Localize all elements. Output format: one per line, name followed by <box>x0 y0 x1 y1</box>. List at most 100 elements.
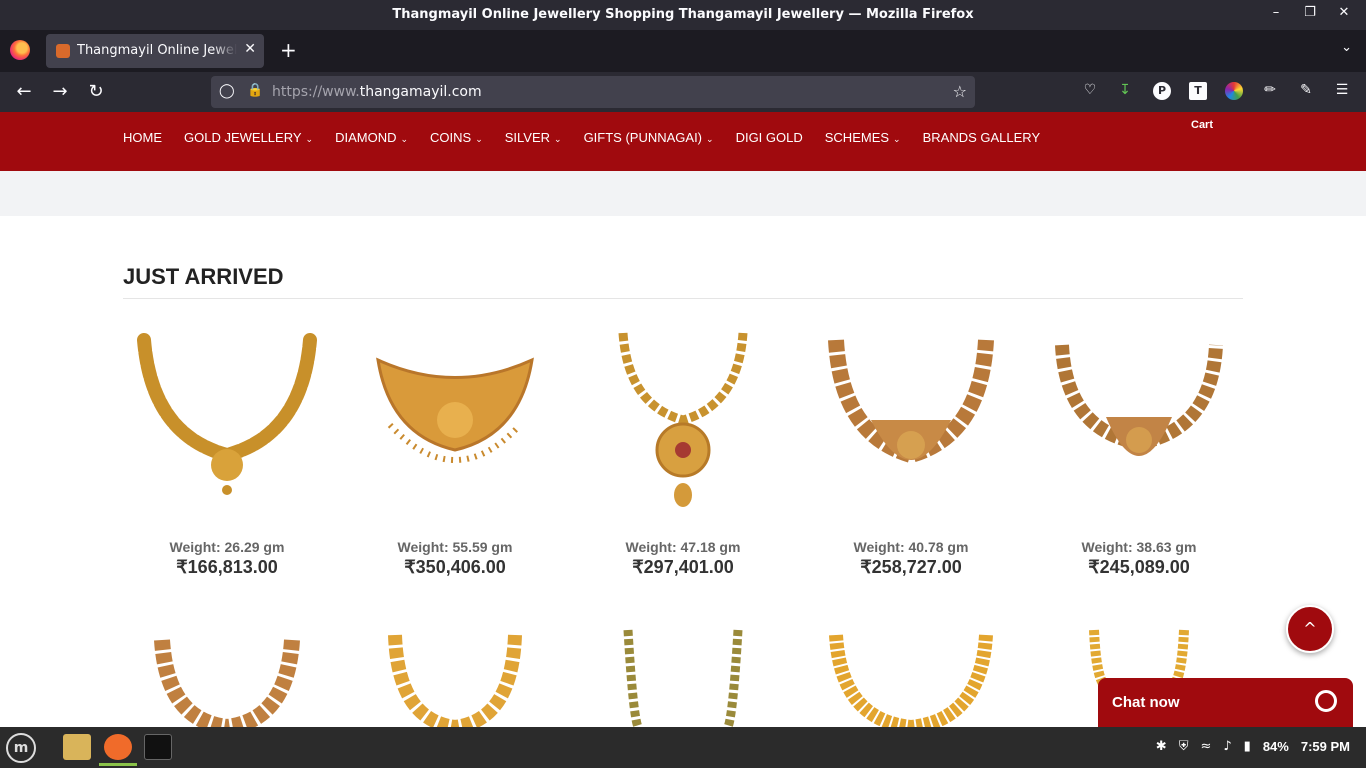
downloads-icon[interactable]: ↧ <box>1116 82 1134 100</box>
tab-strip: Thangmayil Online Jewellery Shopping Tha… <box>0 30 1366 72</box>
window-title: Thangmayil Online Jewellery Shopping Tha… <box>392 7 974 22</box>
tracking-protection-shield-icon[interactable]: ◯ <box>219 83 235 99</box>
mint-menu-icon[interactable]: m <box>6 733 36 763</box>
product-image[interactable] <box>122 325 332 515</box>
product-card[interactable]: Weight: 47.18 gm ₹297,401.00 <box>578 325 788 578</box>
hamburger-menu-icon[interactable]: ☰ <box>1333 82 1351 100</box>
site-favicon-icon <box>56 44 70 58</box>
firefox-icon <box>104 734 132 760</box>
menu-coins[interactable]: COINS ⌄ <box>430 130 483 145</box>
product-card[interactable]: Weight: 38.63 gm ₹245,089.00 <box>1034 325 1244 578</box>
product-price: ₹245,089.00 <box>1088 557 1190 577</box>
extension-t-icon[interactable]: T <box>1189 82 1207 100</box>
restore-icon[interactable]: ❐ <box>1302 5 1318 20</box>
chevron-down-icon: ⌄ <box>400 134 409 144</box>
product-price: ₹297,401.00 <box>632 557 734 577</box>
url-bar[interactable]: ◯ 🔒 https://www.thangamayil.com ☆ <box>211 76 975 108</box>
product-price: ₹258,727.00 <box>860 557 962 577</box>
taskbar-terminal[interactable] <box>139 729 177 766</box>
taskbar-firefox[interactable] <box>99 729 137 766</box>
chevron-down-icon: ⌄ <box>305 134 314 144</box>
volume-icon[interactable]: ♪ <box>1223 739 1231 754</box>
os-taskbar: m ✱ ⛨ ≈ ♪ ▮ 84% 7:59 PM <box>0 727 1366 768</box>
close-icon[interactable]: ✕ <box>1336 5 1352 20</box>
menu-home[interactable]: HOME <box>123 130 162 145</box>
color-wheel-extension-icon[interactable] <box>1225 82 1243 100</box>
section-divider <box>123 298 1243 299</box>
product-image[interactable] <box>1034 325 1244 515</box>
tab-label: Thangmayil Online Jewellery Shopping Tha… <box>77 43 237 58</box>
window-titlebar: Thangmayil Online Jewellery Shopping Tha… <box>0 0 1366 30</box>
scroll-to-top-button[interactable]: ^ <box>1286 605 1334 653</box>
chevron-down-icon: ⌄ <box>475 134 483 144</box>
product-image[interactable] <box>578 325 788 515</box>
chat-bubble-icon <box>1315 690 1337 712</box>
product-card[interactable]: Weight: 55.59 gm ₹350,406.00 <box>350 325 560 578</box>
lock-icon[interactable]: 🔒 <box>247 83 263 98</box>
menu-gold-jewellery[interactable]: GOLD JEWELLERY ⌄ <box>184 130 313 145</box>
tab-close-icon[interactable]: ✕ <box>244 41 256 57</box>
necklace-image <box>618 332 748 507</box>
wifi-icon[interactable]: ≈ <box>1200 739 1211 754</box>
taskbar-files[interactable] <box>58 729 96 766</box>
section-title: JUST ARRIVED <box>123 264 284 289</box>
necklace-image <box>376 357 534 463</box>
chat-label: Chat now <box>1112 694 1180 711</box>
necklace-image <box>1055 344 1223 456</box>
window-controls: – ❐ ✕ <box>1268 5 1352 20</box>
shield-icon[interactable]: ⛨ <box>1179 739 1189 754</box>
cart-link[interactable]: Cart <box>1191 119 1213 131</box>
url-text[interactable]: https://www.thangamayil.com <box>272 84 482 100</box>
product-image[interactable] <box>806 325 1016 515</box>
necklace-image[interactable] <box>350 630 560 727</box>
list-all-tabs-icon[interactable]: ⌄ <box>1341 40 1352 55</box>
banner-placeholder <box>0 171 1366 216</box>
new-tab-icon[interactable]: + <box>280 38 297 62</box>
extensions-puzzle-icon[interactable]: ✎ <box>1297 82 1315 100</box>
menu-diamond[interactable]: DIAMOND ⌄ <box>335 130 408 145</box>
necklace-image[interactable] <box>122 630 332 727</box>
menu-brands-gallery[interactable]: BRANDS GALLERY <box>923 130 1041 145</box>
product-card[interactable]: Weight: 26.29 gm ₹166,813.00 <box>122 325 332 578</box>
product-weight: Weight: 38.63 gm <box>1081 539 1197 555</box>
necklace-image <box>828 339 994 464</box>
product-price: ₹350,406.00 <box>404 557 506 577</box>
product-weight: Weight: 47.18 gm <box>625 539 741 555</box>
chat-widget[interactable]: Chat now <box>1098 678 1353 728</box>
product-image[interactable] <box>350 325 560 515</box>
minimize-icon[interactable]: – <box>1268 5 1284 20</box>
product-weight: Weight: 26.29 gm <box>169 539 285 555</box>
product-card[interactable]: Weight: 40.78 gm ₹258,727.00 <box>806 325 1016 578</box>
chevron-down-icon: ⌄ <box>893 134 901 144</box>
necklace-image[interactable] <box>578 625 788 727</box>
system-tray: ✱ ⛨ ≈ ♪ ▮ 84% 7:59 PM <box>1156 739 1350 754</box>
menu-silver[interactable]: SILVER ⌄ <box>505 130 562 145</box>
battery-icon[interactable]: ▮ <box>1244 739 1251 754</box>
extension-p-icon[interactable]: P <box>1153 82 1171 100</box>
necklace-image[interactable] <box>1034 625 1244 685</box>
product-weight: Weight: 55.59 gm <box>397 539 513 555</box>
chevron-down-icon: ⌄ <box>706 134 714 144</box>
browser-tab[interactable]: Thangmayil Online Jewellery Shopping Tha… <box>46 34 264 68</box>
forward-icon[interactable]: → <box>49 81 71 102</box>
clock[interactable]: 7:59 PM <box>1301 739 1350 754</box>
menu-digi-gold[interactable]: DIGI GOLD <box>736 130 803 145</box>
bluetooth-icon[interactable]: ✱ <box>1156 739 1167 754</box>
pocket-icon[interactable]: ♡ <box>1081 82 1099 100</box>
menu-gifts[interactable]: GIFTS (PUNNAGAI) ⌄ <box>584 130 714 145</box>
navigation-toolbar: ← → ↻ ◯ 🔒 https://www.thangamayil.com ☆ … <box>0 72 1366 112</box>
back-icon[interactable]: ← <box>13 81 35 102</box>
necklace-image <box>137 333 317 495</box>
product-weight: Weight: 40.78 gm <box>853 539 969 555</box>
product-price: ₹166,813.00 <box>176 557 278 577</box>
necklace-image[interactable] <box>806 630 1016 727</box>
reload-icon[interactable]: ↻ <box>85 81 107 102</box>
site-header: HOME GOLD JEWELLERY ⌄ DIAMOND ⌄ COINS ⌄ SIL… <box>0 112 1366 171</box>
main-menu: HOME GOLD JEWELLERY ⌄ DIAMOND ⌄ COINS ⌄ SIL… <box>123 130 1062 145</box>
bookmark-star-icon[interactable]: ☆ <box>953 82 967 101</box>
firefox-icon[interactable] <box>10 40 30 60</box>
battery-percent: 84% <box>1262 739 1289 754</box>
menu-schemes[interactable]: SCHEMES ⌄ <box>825 130 901 145</box>
eyedropper-extension-icon[interactable]: ✏ <box>1261 82 1279 100</box>
terminal-icon <box>144 734 172 760</box>
